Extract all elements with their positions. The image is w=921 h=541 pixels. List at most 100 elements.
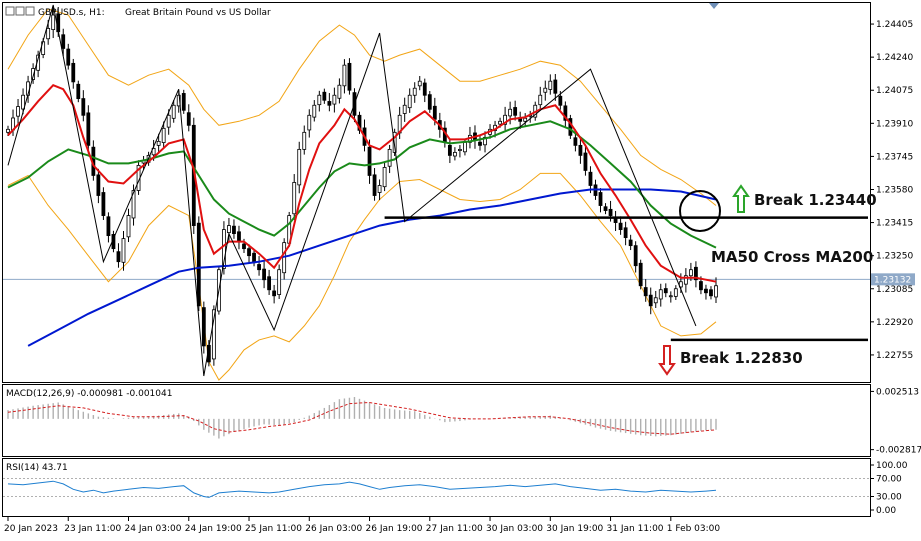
menu-icon-2[interactable] <box>15 6 25 16</box>
candle-body <box>387 148 392 167</box>
candle-body <box>508 108 513 117</box>
candle-body <box>201 307 206 347</box>
candle-body <box>297 148 302 186</box>
candle-body <box>558 95 563 106</box>
candle-body <box>156 140 161 146</box>
candle-body <box>66 48 71 66</box>
price-tick-label: 1.24075 <box>876 86 913 96</box>
price-tick-label: 1.23910 <box>876 119 913 129</box>
rsi-tick-label: 30.00 <box>876 493 902 503</box>
candle-body <box>523 117 528 122</box>
candle-body <box>46 28 51 40</box>
candle-body <box>643 287 648 297</box>
candle-body <box>618 222 623 230</box>
candle-body <box>307 114 312 131</box>
candle-body <box>653 297 658 304</box>
candle-body <box>96 174 101 196</box>
candle-body <box>613 218 618 223</box>
candle-body <box>342 64 347 87</box>
candle-body <box>583 152 588 171</box>
candle-body <box>598 192 603 206</box>
rsi-panel[interactable] <box>2 458 871 517</box>
menu-icon[interactable] <box>5 6 15 16</box>
candle-body <box>312 104 317 118</box>
candle-body <box>668 295 673 298</box>
candle-body <box>272 290 277 297</box>
candle-body <box>513 107 518 116</box>
candle-body <box>126 215 131 238</box>
macd-tick-label: 0.002513 <box>876 387 919 397</box>
candle-body <box>367 146 372 176</box>
time-tick-label: 31 Jan 11:00 <box>607 524 664 534</box>
time-tick-label: 1 Feb 03:00 <box>667 524 721 534</box>
candle-body <box>498 120 502 125</box>
candle-body <box>257 264 261 271</box>
candle-body <box>116 251 121 263</box>
candle-body <box>463 141 467 153</box>
candle-body <box>538 94 543 106</box>
candle-body <box>402 104 407 114</box>
candle-body <box>543 87 548 93</box>
symbol-label: GBPUSD.s, H1: <box>38 8 105 18</box>
rsi-tick-label: 100.00 <box>876 461 908 471</box>
rsi-tick-label: 0.00 <box>876 506 896 516</box>
current-price-label: 1.23132 <box>874 275 911 285</box>
time-tick-label: 24 Jan 03:00 <box>125 524 182 534</box>
candle-body <box>292 182 297 215</box>
candle-body <box>337 84 342 99</box>
candle-body <box>628 239 633 247</box>
candle-body <box>633 245 638 267</box>
candle-body <box>302 131 307 150</box>
macd-tick-label: -0.002817 <box>876 446 921 456</box>
candle-body <box>478 141 482 146</box>
candle-body <box>548 80 553 90</box>
price-tick-label: 1.22920 <box>876 318 913 328</box>
candle-body <box>382 167 387 188</box>
time-tick-label: 23 Jan 11:00 <box>64 524 121 534</box>
rsi-tick-label: 70.00 <box>876 475 902 485</box>
candle-body <box>699 281 703 291</box>
candle-body <box>603 206 608 211</box>
candle-body <box>447 144 452 156</box>
candle-body <box>407 94 412 109</box>
price-tick-label: 1.23415 <box>876 219 913 229</box>
price-tick-label: 1.23085 <box>876 285 913 295</box>
price-tick-label: 1.23250 <box>876 252 913 262</box>
chart-window[interactable]: Break 1.23440 MA50 Cross MA200 Break 1.228… <box>0 0 921 541</box>
candle-body <box>663 288 668 294</box>
candle-body <box>322 91 327 101</box>
price-tick-label: 1.23580 <box>876 185 913 195</box>
candle-body <box>6 128 10 133</box>
candle-body <box>432 105 437 120</box>
break-down-label: Break 1.22830 <box>680 349 803 367</box>
price-tick-label: 1.23745 <box>876 152 913 162</box>
time-tick-label: 26 Jan 19:00 <box>366 524 423 534</box>
candle-body <box>161 127 166 143</box>
candle-body <box>196 222 201 307</box>
candle-body <box>277 269 282 295</box>
time-tick-label: 27 Jan 11:00 <box>426 524 483 534</box>
time-tick-label: 25 Jan 11:00 <box>245 524 302 534</box>
break-up-label: Break 1.23440 <box>754 191 877 209</box>
menu-icon-3[interactable] <box>25 6 35 16</box>
candle-body <box>237 231 241 243</box>
chart-header: GBPUSD.s, H1: Great Britain Pound vs US … <box>5 6 271 18</box>
candle-body <box>101 192 106 216</box>
time-tick-label: 20 Jan 2023 <box>4 524 58 534</box>
time-tick-label: 24 Jan 19:00 <box>185 524 242 534</box>
candle-body <box>232 225 236 235</box>
candle-body <box>181 93 186 111</box>
candle-body <box>121 238 126 263</box>
candle-body <box>227 225 231 234</box>
price-tick-label: 1.22755 <box>876 351 913 361</box>
candle-body <box>332 94 337 105</box>
candle-body <box>186 112 191 126</box>
candle-body <box>573 137 578 146</box>
candle-body <box>458 148 462 151</box>
candle-body <box>578 144 583 156</box>
symbol-description: Great Britain Pound vs US Dollar <box>125 8 271 18</box>
candle-body <box>372 174 377 196</box>
candle-body <box>638 262 643 287</box>
rsi-title: RSI(14) 43.71 <box>6 463 68 473</box>
candle-body <box>81 98 86 116</box>
